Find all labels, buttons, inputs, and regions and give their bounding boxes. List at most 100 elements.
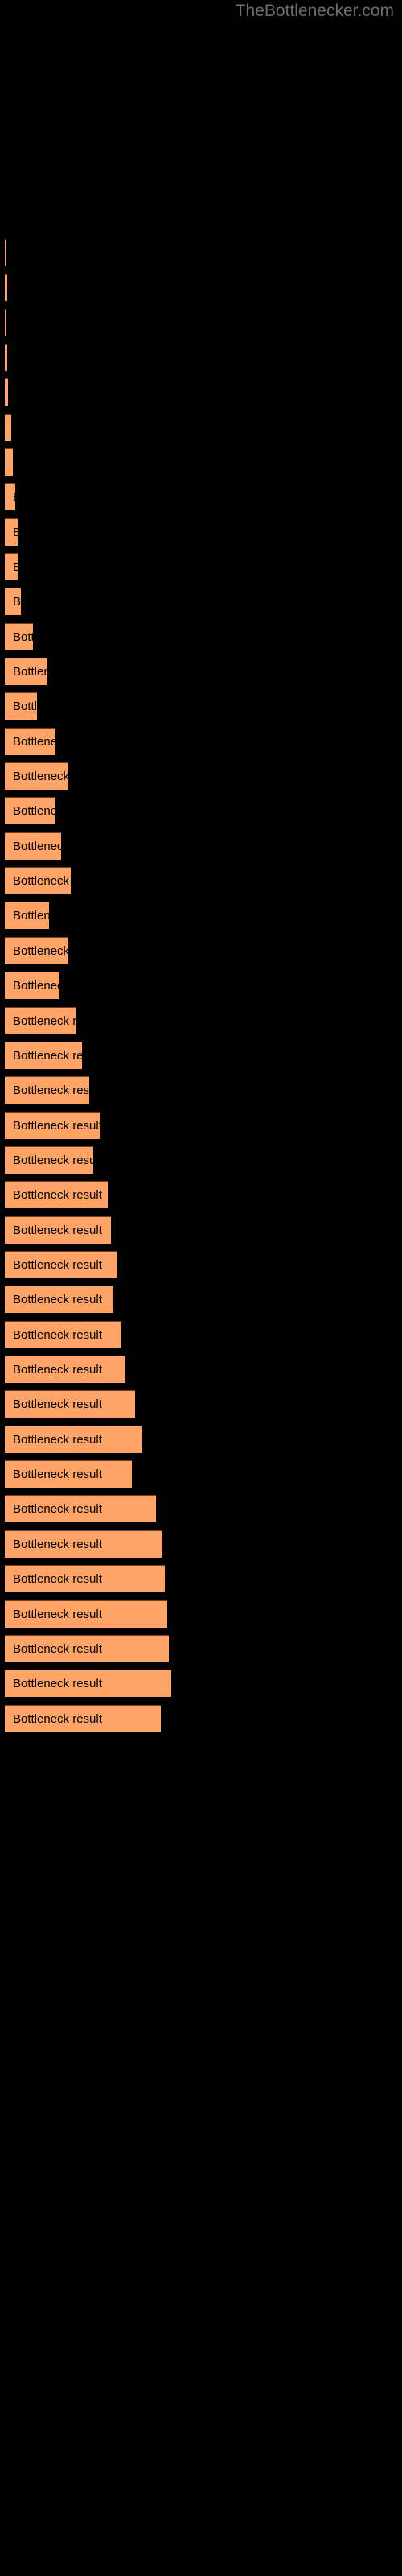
- bar[interactable]: Bottleneck result: [5, 239, 6, 266]
- bottleneck-bar-chart: Bottleneck result Bottleneck result Bottle…: [0, 0, 402, 2576]
- bar[interactable]: Bottleneck result: [5, 692, 37, 720]
- bar[interactable]: Bottleneck result: [5, 1495, 156, 1522]
- bar-clip: Bottleneck result: [5, 448, 13, 476]
- bar-label: Bottleneck result: [13, 560, 18, 574]
- bar-row: Bottleneck result: [0, 344, 402, 371]
- bar-clip: Bottleneck result: [5, 518, 18, 546]
- bar[interactable]: Bottleneck result: [5, 797, 55, 824]
- bar-clip: Bottleneck result: [5, 1042, 82, 1069]
- bar-clip: Bottleneck result: [5, 344, 7, 371]
- bar-row: Bottleneck result: [0, 728, 402, 755]
- bar-row: Bottleneck result: [0, 378, 402, 406]
- bar-label: Bottleneck result: [13, 1538, 102, 1551]
- bar[interactable]: Bottleneck result: [5, 902, 49, 929]
- bar-label: Bottleneck result: [13, 1363, 102, 1377]
- bar-label: Bottleneck result: [13, 1502, 102, 1516]
- bar[interactable]: Bottleneck result: [5, 1146, 93, 1174]
- bar-clip: Bottleneck result: [5, 239, 6, 266]
- bar-clip: Bottleneck result: [5, 274, 7, 301]
- bar-row: Bottleneck result: [0, 1251, 402, 1278]
- bar[interactable]: Bottleneck result: [5, 344, 7, 371]
- bar[interactable]: Bottleneck result: [5, 1356, 125, 1383]
- bar[interactable]: Bottleneck result: [5, 658, 47, 685]
- bar[interactable]: Bottleneck result: [5, 1007, 76, 1034]
- bar[interactable]: Bottleneck result: [5, 728, 55, 755]
- bar-row: Bottleneck result: [0, 1076, 402, 1104]
- bar-clip: Bottleneck result: [5, 309, 6, 336]
- bar[interactable]: Bottleneck result: [5, 1216, 111, 1244]
- bar[interactable]: Bottleneck result: [5, 1530, 162, 1558]
- bar[interactable]: Bottleneck result: [5, 1635, 169, 1662]
- bar-row: Bottleneck result: [0, 1181, 402, 1208]
- bar-clip: Bottleneck result: [5, 1530, 162, 1558]
- bar-clip: Bottleneck result: [5, 902, 49, 929]
- bar[interactable]: Bottleneck result: [5, 588, 21, 615]
- bar[interactable]: Bottleneck result: [5, 762, 68, 790]
- bar[interactable]: Bottleneck result: [5, 309, 6, 336]
- bar[interactable]: Bottleneck result: [5, 414, 11, 441]
- bar[interactable]: Bottleneck result: [5, 518, 18, 546]
- bar[interactable]: Bottleneck result: [5, 867, 71, 894]
- bar[interactable]: Bottleneck result: [5, 274, 7, 301]
- bar-row: Bottleneck result: [0, 972, 402, 999]
- bar-row: Bottleneck result: [0, 1460, 402, 1488]
- bar[interactable]: Bottleneck result: [5, 972, 59, 999]
- bar-row: Bottleneck result: [0, 1600, 402, 1628]
- bar[interactable]: Bottleneck result: [5, 1321, 121, 1348]
- bar-label: Bottleneck result: [13, 1154, 93, 1167]
- bar[interactable]: Bottleneck result: [5, 1565, 165, 1592]
- bar-label: Bottleneck result: [13, 665, 47, 679]
- bar-row: Bottleneck result: [0, 623, 402, 650]
- bar[interactable]: Bottleneck result: [5, 448, 13, 476]
- bar[interactable]: Bottleneck result: [5, 1286, 113, 1313]
- bar-label: Bottleneck result: [13, 874, 71, 888]
- bar[interactable]: Bottleneck result: [5, 1076, 89, 1104]
- bar-label: Bottleneck result: [13, 735, 55, 749]
- bar-clip: Bottleneck result: [5, 1426, 142, 1453]
- bar-label: Bottleneck result: [13, 1119, 100, 1133]
- bar-clip: Bottleneck result: [5, 1565, 165, 1592]
- bar-label: Bottleneck result: [13, 1014, 76, 1028]
- bar-row: Bottleneck result: [0, 902, 402, 929]
- bar-clip: Bottleneck result: [5, 588, 21, 615]
- bar[interactable]: Bottleneck result: [5, 553, 18, 580]
- bar-clip: Bottleneck result: [5, 867, 71, 894]
- bar-label: Bottleneck result: [13, 1608, 102, 1621]
- bar-clip: Bottleneck result: [5, 1600, 167, 1628]
- bar[interactable]: Bottleneck result: [5, 1670, 171, 1697]
- bar[interactable]: Bottleneck result: [5, 1426, 142, 1453]
- bar-clip: Bottleneck result: [5, 1286, 113, 1313]
- bar[interactable]: Bottleneck result: [5, 623, 33, 650]
- bar-row: Bottleneck result: [0, 692, 402, 720]
- bar[interactable]: Bottleneck result: [5, 1390, 135, 1418]
- bar-label: Bottleneck result: [13, 700, 37, 713]
- bar[interactable]: Bottleneck result: [5, 937, 68, 964]
- bar-clip: Bottleneck result: [5, 728, 55, 755]
- bar-clip: Bottleneck result: [5, 1181, 108, 1208]
- bar[interactable]: Bottleneck result: [5, 1600, 167, 1628]
- bar[interactable]: Bottleneck result: [5, 1042, 82, 1069]
- bar-label: Bottleneck result: [13, 1258, 102, 1272]
- bar[interactable]: Bottleneck result: [5, 1460, 132, 1488]
- bar-label: Bottleneck result: [13, 804, 55, 818]
- bar-clip: Bottleneck result: [5, 1495, 156, 1522]
- bar-row: Bottleneck result: [0, 762, 402, 790]
- bar-row: Bottleneck result: [0, 1705, 402, 1732]
- bar[interactable]: Bottleneck result: [5, 378, 8, 406]
- bar-label: Bottleneck result: [13, 979, 59, 993]
- bar-label: Bottleneck result: [13, 909, 49, 923]
- bar[interactable]: Bottleneck result: [5, 1251, 117, 1278]
- bar-clip: Bottleneck result: [5, 937, 68, 964]
- bar[interactable]: Bottleneck result: [5, 1181, 108, 1208]
- bar[interactable]: Bottleneck result: [5, 483, 15, 510]
- bar-row: Bottleneck result: [0, 867, 402, 894]
- bar-clip: Bottleneck result: [5, 972, 59, 999]
- bar-label: Bottleneck result: [13, 1468, 102, 1481]
- bar-label: Bottleneck result: [13, 484, 15, 510]
- bar[interactable]: Bottleneck result: [5, 1705, 161, 1732]
- bar-label: Bottleneck result: [13, 1677, 102, 1690]
- bar-label: Bottleneck result: [13, 840, 61, 853]
- bar[interactable]: Bottleneck result: [5, 832, 61, 860]
- bar[interactable]: Bottleneck result: [5, 1112, 100, 1139]
- bar-clip: Bottleneck result: [5, 1321, 121, 1348]
